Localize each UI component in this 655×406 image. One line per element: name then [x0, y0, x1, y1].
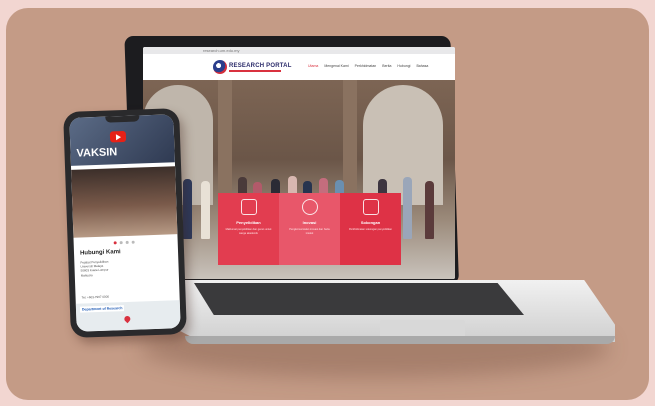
trackpad — [380, 320, 465, 337]
main-menu: Utama Mengenai Kami Perkhidmatan Berita … — [308, 64, 428, 68]
phone-notch — [105, 115, 140, 123]
tile-title: Inovasi — [302, 220, 317, 225]
feature-tile[interactable]: Sokongan Perkhidmatan sokongan penyelidi… — [340, 193, 401, 265]
video-title: VAKSIN — [76, 146, 118, 160]
phone: VAKSIN Hubungi Kami Pejabat Penyelidikan… — [63, 108, 187, 338]
database-icon — [362, 199, 379, 215]
site-header: RESEARCH PORTAL Utama Mengenai Kami Perk… — [143, 54, 455, 81]
contact-address: Pejabat Penyelidikan Universiti Malaya 5… — [80, 257, 173, 278]
carousel-dots[interactable] — [113, 240, 135, 245]
hero-person — [425, 181, 434, 239]
menu-item[interactable]: Bahasa — [416, 64, 428, 68]
hero-photo: Penyelidikan Maklumat penyelidikan dan g… — [143, 80, 455, 279]
hero-pillar — [218, 80, 232, 210]
logo-icon — [213, 60, 227, 74]
event-photo — [71, 166, 178, 238]
logo-underline — [229, 69, 281, 72]
feature-tiles: Penyelidikan Maklumat penyelidikan dan g… — [218, 193, 401, 265]
cloud-icon — [301, 199, 318, 215]
site-logo[interactable]: RESEARCH PORTAL — [213, 60, 292, 74]
hero-pillar — [343, 80, 357, 210]
tile-desc: Perkhidmatan sokongan penyelidikan — [348, 228, 393, 231]
hero-person — [201, 181, 210, 239]
contact-title: Hubungi Kami — [79, 249, 121, 257]
logo-title: RESEARCH PORTAL — [229, 62, 292, 69]
keyboard — [194, 283, 524, 315]
laptop-base-edge — [185, 336, 615, 344]
menu-item[interactable]: Berita — [382, 64, 391, 68]
menu-item[interactable]: Perkhidmatan — [355, 64, 377, 68]
tile-title: Penyelidikan — [236, 220, 261, 225]
research-icon — [240, 199, 257, 215]
contact-phone: Tel: +603-7967 0000 — [81, 294, 110, 300]
url-bar[interactable]: research.um.edu.my — [143, 47, 455, 54]
hero-person — [183, 179, 192, 239]
hero-person — [403, 177, 412, 239]
phone-screen: VAKSIN Hubungi Kami Pejabat Penyelidikan… — [69, 114, 181, 332]
map-pin-icon — [123, 314, 132, 324]
location-map[interactable]: Department of Research — [75, 300, 181, 332]
tile-desc: Maklumat penyelidikan dan geran untuk wa… — [225, 228, 272, 235]
map-label: Department of Research — [79, 305, 125, 313]
menu-item[interactable]: Hubungi — [397, 64, 410, 68]
menu-item[interactable]: Utama — [308, 64, 318, 68]
tile-desc: Pengkomersialan inovasi dan harta intele… — [289, 228, 330, 235]
play-icon[interactable] — [109, 130, 127, 143]
tile-title: Sokongan — [360, 220, 381, 225]
laptop-screen: research.um.edu.my RESEARCH PORTAL Utama… — [143, 47, 455, 279]
menu-item[interactable]: Mengenai Kami — [324, 64, 348, 68]
feature-tile[interactable]: Inovasi Pengkomersialan inovasi dan hart… — [279, 193, 340, 265]
feature-tile[interactable]: Penyelidikan Maklumat penyelidikan dan g… — [218, 193, 279, 265]
